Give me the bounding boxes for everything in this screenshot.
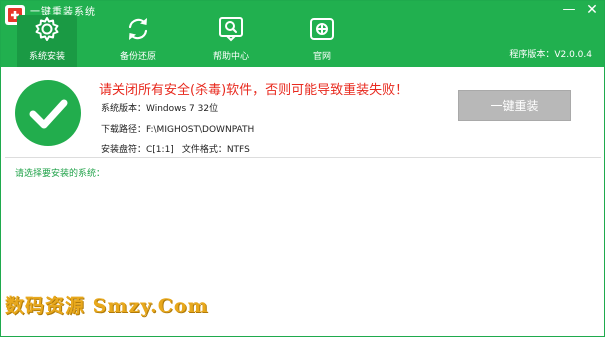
select-system-prompt: 请选择要安装的系统： (15, 169, 106, 179)
minimize-button[interactable]: — (557, 1, 581, 21)
download-path-line: 下载路径：F:\MIGHOST\DOWNPATH (101, 122, 254, 135)
divider (5, 157, 601, 158)
tab-help-center[interactable]: 帮助中心 (201, 15, 261, 67)
website-icon (310, 18, 334, 40)
install-disk-label: 安装盘符： (101, 145, 147, 155)
os-version-line: 系统版本：Windows 7 32位 (101, 101, 218, 114)
tab-label: 官网 (312, 52, 331, 62)
close-button[interactable]: ✕ (580, 1, 604, 21)
download-path-value: F:\MIGHOST\DOWNPATH (146, 125, 255, 135)
refresh-icon (128, 18, 148, 40)
os-version-value: Windows 7 32位 (146, 104, 219, 114)
tab-system-install[interactable]: 系统安装 (17, 15, 77, 67)
install-disk-line: 安装盘符：C[1:1] 文件格式：NTFS (101, 142, 250, 155)
check-status-icon (15, 80, 81, 146)
one-click-reinstall-button[interactable]: 一键重装 (458, 90, 571, 121)
help-chat-icon (219, 17, 243, 42)
watermark: 数码资源 Smzy.Com (5, 295, 209, 317)
tab-backup-restore[interactable]: 备份还原 (108, 15, 168, 67)
os-version-label: 系统版本： (101, 104, 147, 114)
antivirus-warning: 请关闭所有安全(杀毒)软件，否则可能导致重装失败！ (99, 83, 409, 98)
tab-website[interactable]: 官网 (292, 15, 352, 67)
file-format-value: NTFS (226, 145, 250, 155)
header-bar: 一键重装系统 — ✕ 系统安装 备份还原 帮助中心 官网 程序版本：V2.0.0… (1, 1, 604, 67)
tab-label: 系统安装 (28, 52, 65, 62)
program-version: 程序版本：V2.0.0.4 (509, 50, 592, 60)
checkmark-icon (29, 99, 68, 129)
tab-label: 备份还原 (119, 52, 156, 62)
download-path-label: 下载路径： (101, 125, 147, 135)
install-disk-value: C[1:1] (146, 145, 174, 155)
file-format-label: 文件格式： (181, 145, 227, 155)
gear-icon (35, 17, 59, 41)
tab-label: 帮助中心 (212, 52, 249, 62)
app-window: 一键重装系统 — ✕ 系统安装 备份还原 帮助中心 官网 程序版本：V2.0.0… (0, 0, 605, 337)
